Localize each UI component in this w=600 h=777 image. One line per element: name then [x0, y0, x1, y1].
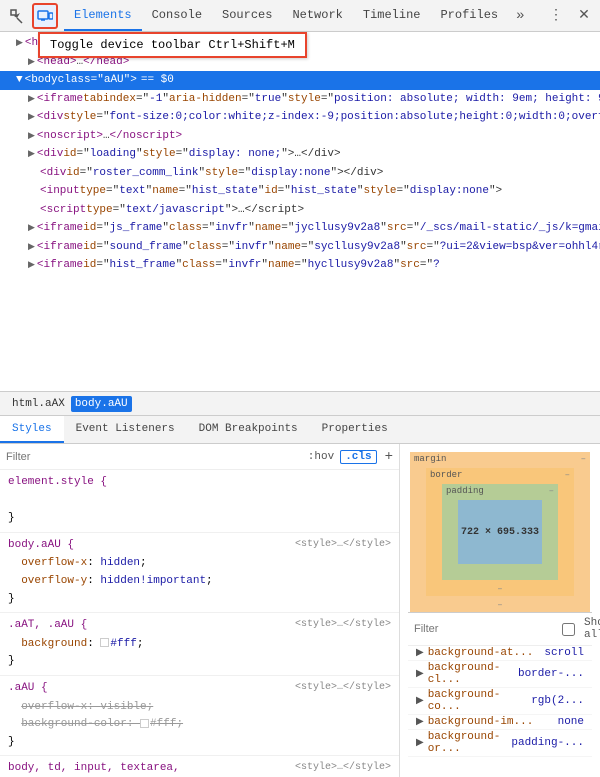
computed-panel: ▶ background-at... scroll ▶ background-c… — [408, 646, 592, 757]
tab-properties[interactable]: Properties — [310, 416, 400, 443]
tab-profiles[interactable]: Profiles — [430, 0, 508, 31]
pseudo-class-toggle[interactable]: :hov — [308, 451, 334, 463]
close-devtools-icon[interactable]: ✕ — [572, 4, 596, 28]
computed-item-background-cl: ▶ background-cl... border-... — [408, 661, 592, 688]
color-swatch — [100, 638, 109, 647]
more-tabs-icon[interactable]: » — [508, 8, 532, 24]
content-layer: 722 × 695.333 — [458, 500, 542, 564]
dom-panel: ▶ <html lang="en" class="aAX" ▶ <head>…<… — [0, 32, 600, 392]
border-dash: – — [565, 470, 570, 480]
show-all-checkbox[interactable] — [562, 623, 575, 636]
css-rule-aau-struck: .aAU { <style>…</style> overflow-x: visi… — [0, 676, 399, 756]
computed-item-background-co: ▶ background-co... rgb(2... — [408, 688, 592, 715]
dom-line-body[interactable]: ▼ <body class="aAU"> == $0 — [0, 71, 600, 90]
css-rule-aat-aau: .aAT, .aAU { <style>…</style> background… — [0, 613, 399, 676]
dom-line-noscript[interactable]: ▶ <noscript>…</noscript> — [0, 127, 600, 146]
expand-arrow[interactable]: ▶ — [28, 130, 35, 144]
box-model-diagram: margin – border – padding – 722 × 695.33… — [410, 452, 590, 612]
computed-expand-icon[interactable]: ▶ — [416, 668, 424, 680]
computed-item-background-im: ▶ background-im... none — [408, 715, 592, 730]
toolbar-icons — [4, 3, 58, 29]
tab-styles[interactable]: Styles — [0, 416, 64, 443]
computed-expand-icon[interactable]: ▶ — [416, 737, 424, 749]
css-rule-element-style: element.style { } — [0, 470, 399, 533]
dom-line-div-loading[interactable]: ▶ <div id="loading" style="display: none… — [0, 145, 600, 164]
computed-expand-icon[interactable]: ▶ — [416, 647, 424, 659]
cls-button[interactable]: .cls — [340, 450, 376, 464]
dom-line-iframe-sound[interactable]: ▶ <iframe id="sound_frame" class="invfr"… — [0, 238, 600, 257]
tab-console[interactable]: Console — [142, 0, 212, 31]
add-style-rule-icon[interactable]: + — [385, 449, 393, 465]
border-label: border — [430, 470, 462, 480]
computed-filter-input[interactable] — [414, 623, 556, 635]
dom-line-div-roster[interactable]: <div id="roster_comm_link" style="displa… — [0, 164, 600, 183]
dom-line-script[interactable]: <script type="text/javascript">…</script… — [0, 201, 600, 220]
expand-arrow[interactable]: ▶ — [28, 222, 35, 236]
expand-arrow[interactable]: ▶ — [28, 241, 35, 255]
tab-event-listeners[interactable]: Event Listeners — [64, 416, 187, 443]
breadcrumb-body[interactable]: body.aAU — [71, 396, 132, 412]
devtools-toolbar: Toggle device toolbar Ctrl+Shift+M Eleme… — [0, 0, 600, 32]
styles-panel: :hov .cls + element.style { } body.aAU {… — [0, 444, 600, 777]
toolbar-tabs: Elements Console Sources Network Timelin… — [64, 0, 540, 31]
computed-item-background-at: ▶ background-at... scroll — [408, 646, 592, 661]
styles-filter-input[interactable] — [6, 451, 302, 463]
tooltip: Toggle device toolbar Ctrl+Shift+M — [38, 32, 307, 58]
breadcrumb: html.aAX body.aAU — [0, 392, 600, 416]
expand-arrow[interactable]: ▶ — [28, 56, 35, 70]
content-dimensions: 722 × 695.333 — [461, 527, 539, 538]
expand-arrow[interactable]: ▶ — [28, 148, 35, 162]
collapse-arrow[interactable]: ▶ — [16, 37, 23, 51]
devtools-menu-icon[interactable]: ⋮ — [544, 4, 568, 28]
tab-network[interactable]: Network — [282, 0, 352, 31]
styles-left: :hov .cls + element.style { } body.aAU {… — [0, 444, 400, 777]
box-model-panel: margin – border – padding – 722 × 695.33… — [400, 444, 600, 777]
dom-line-div1[interactable]: ▶ <div style="font-size:0;color:white;z-… — [0, 108, 600, 127]
show-all-label: Show all — [584, 617, 600, 641]
dom-line-iframe-hist[interactable]: ▶ <iframe id="hist_frame" class="invfr" … — [0, 256, 600, 275]
tab-dom-breakpoints[interactable]: DOM Breakpoints — [187, 416, 310, 443]
styles-tabs: Styles Event Listeners DOM Breakpoints P… — [0, 416, 600, 444]
computed-item-background-or: ▶ background-or... padding-... — [408, 730, 592, 757]
tab-elements[interactable]: Elements — [64, 0, 142, 31]
computed-expand-icon[interactable]: ▶ — [416, 716, 424, 728]
dom-line-input[interactable]: <input type="text" name="hist_state" id=… — [0, 182, 600, 201]
computed-expand-icon[interactable]: ▶ — [416, 695, 424, 707]
expand-arrow[interactable]: ▶ — [28, 93, 35, 107]
toggle-device-toolbar-icon[interactable] — [32, 3, 58, 29]
tab-timeline[interactable]: Timeline — [353, 0, 431, 31]
padding-dash: – — [549, 486, 554, 496]
styles-filter-bar: :hov .cls + — [0, 444, 399, 470]
inspect-element-icon[interactable] — [4, 3, 30, 29]
expand-arrow[interactable]: ▶ — [28, 111, 35, 125]
margin-label: margin — [414, 454, 446, 464]
breadcrumb-html[interactable]: html.aAX — [8, 396, 69, 412]
tab-sources[interactable]: Sources — [212, 0, 282, 31]
computed-filter-bar: Show all — [408, 612, 592, 646]
triangle-icon: ▼ — [16, 72, 23, 89]
dom-line-iframe-js[interactable]: ▶ <iframe id="js_frame" class="invfr" na… — [0, 219, 600, 238]
color-swatch-2 — [140, 719, 149, 728]
toolbar-close-area: ⋮ ✕ — [544, 4, 596, 28]
expand-arrow[interactable]: ▶ — [28, 259, 35, 273]
dom-line-iframe1[interactable]: ▶ <iframe tabindex="-1" aria-hidden="tru… — [0, 90, 600, 109]
padding-label: padding — [446, 486, 484, 496]
margin-dash: – — [581, 454, 586, 464]
css-rule-body-aau: body.aAU { <style>…</style> overflow-x: … — [0, 533, 399, 613]
css-rule-body-td: body, td, input, textarea, <style>…</sty… — [0, 756, 399, 777]
